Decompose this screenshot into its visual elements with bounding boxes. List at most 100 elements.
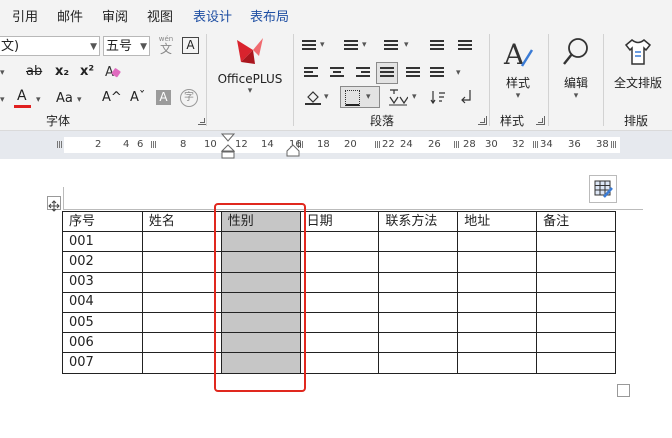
table-cell[interactable]: 002: [62, 251, 143, 273]
table-cell[interactable]: [457, 332, 538, 354]
table-cell[interactable]: [536, 352, 616, 374]
table-cell[interactable]: [378, 231, 459, 253]
justify-button[interactable]: [376, 62, 398, 84]
chevron-down-icon[interactable]: ▼: [90, 37, 97, 57]
line-spacing-icon[interactable]: [430, 67, 444, 79]
shading-chevron-icon[interactable]: ▾: [324, 92, 329, 102]
chinese-layout-icon[interactable]: [388, 88, 408, 106]
numbering-icon[interactable]: [344, 40, 358, 52]
character-shading-button[interactable]: A: [156, 90, 171, 105]
table-move-handle-icon[interactable]: [47, 196, 61, 212]
table-cell[interactable]: [141, 311, 222, 334]
table-cell[interactable]: [141, 352, 222, 374]
paragraph-dialog-launcher-icon[interactable]: [478, 116, 487, 125]
table-cell[interactable]: [536, 311, 616, 334]
table-cell[interactable]: [536, 251, 616, 273]
table-cell[interactable]: 007: [62, 352, 143, 374]
increase-indent-icon[interactable]: [458, 40, 472, 52]
table-cell[interactable]: [457, 231, 538, 253]
align-right-icon[interactable]: [356, 67, 370, 79]
ruler-column-marker[interactable]: [454, 141, 460, 148]
tab-review[interactable]: 审阅: [102, 6, 128, 25]
change-case-button[interactable]: Aa ▾: [56, 90, 82, 109]
ruler-column-marker[interactable]: [57, 141, 63, 148]
tab-table-design[interactable]: 表设计: [193, 6, 232, 25]
sort-icon[interactable]: [430, 88, 448, 106]
header-cell-address[interactable]: 地址: [457, 210, 538, 233]
table-cell[interactable]: [141, 291, 222, 313]
table-cell[interactable]: 005: [62, 311, 143, 334]
table-cell[interactable]: [378, 332, 459, 354]
table-cell[interactable]: [141, 271, 222, 293]
table-cell-selected[interactable]: [220, 251, 301, 273]
table-resize-handle[interactable]: [617, 384, 630, 397]
tab-table-layout[interactable]: 表布局: [250, 6, 289, 25]
align-center-icon[interactable]: [330, 67, 344, 79]
header-cell-contact[interactable]: 联系方法: [378, 210, 459, 233]
table-style-quick-button[interactable]: [589, 175, 617, 203]
table-cell-selected[interactable]: [220, 291, 301, 313]
table-cell[interactable]: [378, 352, 459, 374]
bullets-icon[interactable]: [302, 40, 316, 52]
align-left-icon[interactable]: [304, 67, 318, 79]
font-color-chevron-icon[interactable]: ▾: [36, 90, 41, 109]
table-cell[interactable]: 001: [62, 231, 143, 253]
full-text-layout-button[interactable]: 全文排版: [608, 36, 668, 96]
strikethrough-button[interactable]: ab: [26, 63, 42, 81]
table-cell[interactable]: [378, 311, 459, 334]
superscript-button[interactable]: x²: [80, 63, 94, 81]
table-cell[interactable]: [299, 332, 380, 354]
decrease-indent-icon[interactable]: [430, 40, 444, 52]
table-cell[interactable]: [299, 291, 380, 313]
tab-mailings[interactable]: 邮件: [57, 6, 83, 25]
bullets-chevron-icon[interactable]: ▾: [320, 40, 325, 50]
subscript-button[interactable]: x₂: [55, 63, 69, 81]
distributed-icon[interactable]: [406, 67, 420, 79]
ruler-column-marker[interactable]: [611, 141, 617, 148]
enclose-characters-button[interactable]: 字: [180, 89, 198, 107]
tab-view[interactable]: 视图: [147, 6, 173, 25]
phonetic-guide-button[interactable]: wén 文: [156, 35, 176, 59]
table-cell[interactable]: [457, 271, 538, 293]
table-cell-selected[interactable]: [220, 332, 301, 354]
multilevel-list-icon[interactable]: [384, 40, 398, 52]
table-cell[interactable]: [141, 251, 222, 273]
ruler-column-marker[interactable]: [151, 141, 157, 148]
table-cell[interactable]: 006: [62, 332, 143, 354]
officeplus-button[interactable]: OfficePLUS ▾: [212, 36, 288, 106]
clear-formatting-icon[interactable]: A: [104, 62, 122, 80]
editing-button[interactable]: 编辑 ▾: [553, 36, 599, 106]
table-cell[interactable]: [141, 231, 222, 253]
first-line-indent-icon[interactable]: [221, 133, 235, 159]
paragraph-shading-icon[interactable]: [304, 88, 322, 106]
table-cell[interactable]: [299, 311, 380, 334]
table-cell-selected[interactable]: [220, 231, 301, 253]
table-cell-selected[interactable]: [220, 311, 301, 334]
ruler-column-marker[interactable]: [375, 141, 381, 148]
chevron-down-icon[interactable]: ▼: [140, 37, 147, 57]
data-table[interactable]: 序号 姓名 性别 日期 联系方法 地址 备注 001 002 003 004 0…: [62, 210, 616, 374]
table-cell[interactable]: [299, 231, 380, 253]
borders-button[interactable]: ▾: [340, 86, 380, 108]
table-cell-selected[interactable]: [220, 271, 301, 293]
header-cell-seq[interactable]: 序号: [62, 210, 143, 233]
font-name-combo[interactable]: 文) ▼: [0, 36, 100, 56]
header-cell-gender[interactable]: 性别: [220, 210, 301, 233]
highlight-chevron-icon[interactable]: ▾: [0, 90, 5, 109]
grow-font-button[interactable]: A^: [102, 89, 122, 107]
table-cell[interactable]: [457, 352, 538, 374]
styles-dialog-launcher-icon[interactable]: [536, 116, 545, 125]
table-cell[interactable]: [378, 271, 459, 293]
ruler-column-marker[interactable]: [533, 141, 539, 148]
table-cell[interactable]: [378, 251, 459, 273]
table-cell[interactable]: [457, 251, 538, 273]
multilevel-chevron-icon[interactable]: ▾: [404, 40, 409, 50]
table-cell[interactable]: [536, 271, 616, 293]
tab-references[interactable]: 引用: [12, 6, 38, 25]
numbering-chevron-icon[interactable]: ▾: [362, 40, 367, 50]
chinese-layout-chevron-icon[interactable]: ▾: [412, 92, 417, 102]
line-spacing-chevron-icon[interactable]: ▾: [456, 68, 461, 78]
table-cell[interactable]: [299, 251, 380, 273]
table-cell[interactable]: 003: [62, 271, 143, 293]
styles-button[interactable]: A 样式 ▾: [494, 36, 542, 106]
